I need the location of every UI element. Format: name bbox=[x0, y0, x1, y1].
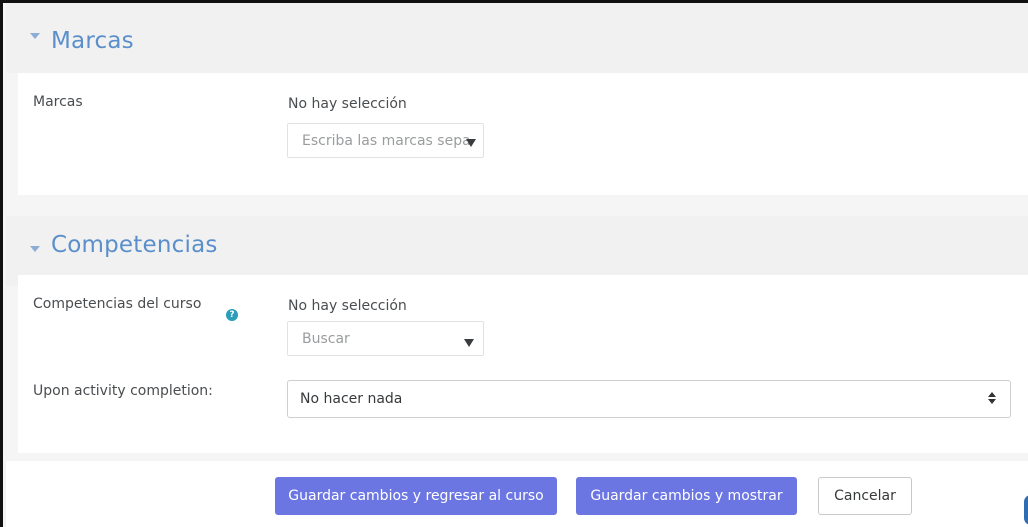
chevron-down-icon[interactable] bbox=[466, 139, 476, 147]
competencias-search-placeholder: Buscar bbox=[302, 331, 350, 347]
section-body-marcas bbox=[18, 73, 1028, 195]
competencias-selection-text: No hay selección bbox=[288, 298, 407, 314]
competencias-search-input[interactable]: Buscar bbox=[287, 321, 484, 356]
cancel-button[interactable]: Cancelar bbox=[818, 477, 912, 515]
sort-arrows-icon bbox=[988, 388, 996, 408]
save-return-button[interactable]: Guardar cambios y regresar al curso bbox=[275, 477, 557, 515]
marcas-autocomplete-input[interactable]: Escriba las marcas sepa bbox=[287, 123, 484, 158]
field-label-marcas: Marcas bbox=[33, 94, 83, 110]
section-title-marcas[interactable]: Marcas bbox=[51, 28, 134, 54]
field-label-completion: Upon activity completion: bbox=[33, 383, 213, 399]
completion-action-select[interactable]: No hacer nada bbox=[287, 380, 1011, 418]
completion-select-value: No hacer nada bbox=[300, 391, 403, 407]
save-show-button[interactable]: Guardar cambios y mostrar bbox=[576, 477, 797, 515]
chevron-down-icon[interactable] bbox=[464, 339, 474, 347]
field-label-competencias: Competencias del curso bbox=[33, 296, 202, 312]
collapse-caret-icon[interactable] bbox=[30, 246, 40, 252]
section-header-marcas[interactable]: Marcas bbox=[6, 3, 1028, 73]
form-frame: Marcas Marcas No hay selección Escriba l… bbox=[0, 0, 1028, 527]
marcas-selection-text: No hay selección bbox=[288, 96, 407, 112]
marcas-input-placeholder: Escriba las marcas sepa bbox=[302, 133, 471, 149]
collapse-caret-icon[interactable] bbox=[30, 33, 40, 39]
scroll-edge-element bbox=[1024, 495, 1028, 525]
section-title-competencias[interactable]: Competencias bbox=[51, 232, 218, 258]
help-icon[interactable]: ? bbox=[226, 309, 238, 321]
